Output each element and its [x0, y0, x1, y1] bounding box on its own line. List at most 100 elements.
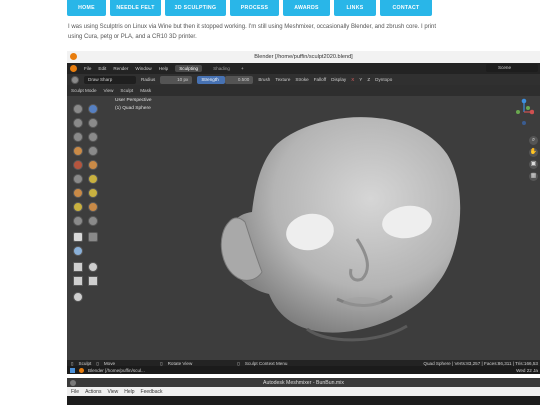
scale-tool-icon[interactable] [73, 276, 83, 286]
intro-line-1: I was using Sculptris on Linux via Wine … [68, 24, 436, 30]
perspective-toggle-icon[interactable]: ▦ [529, 172, 538, 181]
blob-tool-icon[interactable] [73, 146, 83, 156]
brush-name-field[interactable]: Draw Sharp [84, 75, 136, 84]
smooth-tool-icon[interactable] [73, 160, 83, 170]
os-taskbar: Blender [/home/puffin/scul... Wed 22 Ja [67, 366, 540, 374]
mm-menu-actions[interactable]: Actions [85, 389, 101, 395]
move-tool-icon[interactable] [73, 262, 83, 272]
site-nav: HOME NEEDLE FELT 3D SCULPTING PROCESS AW… [67, 0, 432, 17]
nav-3d-sculpting[interactable]: 3D SCULPTING [165, 0, 226, 16]
crease-tool-icon[interactable] [88, 146, 98, 156]
mm-menu-file[interactable]: File [71, 389, 79, 395]
brush-preview-icon[interactable] [71, 75, 79, 84]
menu-render[interactable]: Render [113, 66, 128, 71]
brush-menu[interactable]: Brush [258, 77, 270, 82]
nav-process[interactable]: PROCESS [230, 0, 279, 16]
viewport-object-label: (1) Quad Sphere [115, 106, 151, 111]
mask-tool-icon[interactable] [73, 232, 83, 242]
rotate-tool-icon[interactable] [73, 216, 83, 226]
3d-viewport[interactable]: User Perspective (1) Quad Sphere ⌕ ✋ ▣ ▦ [67, 96, 540, 360]
blender-menubar: File Edit Render Window Help Sculpting S… [67, 63, 540, 74]
meshmixer-title-bar: Autodesk Meshmixer - BunBun.mix [67, 378, 540, 387]
falloff-menu[interactable]: Falloff [314, 77, 326, 82]
mm-menu-help[interactable]: Help [124, 389, 134, 395]
display-menu[interactable]: Display [331, 77, 346, 82]
mm-menu-view[interactable]: View [107, 389, 118, 395]
radius-field[interactable]: 10 px [160, 75, 193, 84]
snake-hook-tool-icon[interactable] [73, 202, 83, 212]
meshmixer-logo-icon [70, 379, 76, 386]
tool-settings-bar: Draw Sharp Radius 10 px Strength 0.500 B… [67, 74, 540, 85]
transform-tool-icon[interactable] [88, 276, 98, 286]
layer-tool-icon[interactable] [73, 132, 83, 142]
sculpted-head-model[interactable] [207, 104, 467, 344]
menu-help[interactable]: Help [159, 66, 168, 71]
pinch-tool-icon[interactable] [73, 188, 83, 198]
app-menu-icon[interactable] [70, 367, 75, 373]
menu-window[interactable]: Window [135, 66, 151, 71]
strength-field[interactable]: 0.500 [225, 75, 254, 84]
meshmixer-workspace[interactable] [67, 396, 540, 405]
tab-shading[interactable]: Shading [209, 65, 234, 72]
blender-menu-logo-icon[interactable] [70, 65, 77, 72]
menu-file[interactable]: File [84, 66, 91, 71]
axis-gizmo[interactable] [514, 98, 535, 134]
dyntopo-toggle[interactable]: Dyntopo [375, 77, 392, 82]
grab-tool-icon[interactable] [88, 188, 98, 198]
nav-contact[interactable]: CONTACT [380, 0, 432, 16]
strength-label[interactable]: Strength [197, 75, 226, 84]
sculpt-toolbar [73, 104, 105, 306]
scrape-tool-icon[interactable] [88, 174, 98, 184]
symmetry-x-toggle[interactable]: X [351, 77, 354, 82]
rotate-view-tool-icon[interactable] [88, 262, 98, 272]
meshmixer-menubar: File Actions View Help Feedback [67, 387, 540, 396]
menu-edit[interactable]: Edit [98, 66, 106, 71]
texture-menu[interactable]: Texture [275, 77, 290, 82]
tab-sculpting[interactable]: Sculpting [175, 65, 203, 72]
draw-tool-icon[interactable] [73, 104, 83, 114]
camera-view-icon[interactable]: ▣ [529, 160, 538, 169]
nav-home[interactable]: HOME [67, 0, 106, 16]
blender-window: Blender [/home/puffin/sculpt2020.blend] … [67, 51, 540, 374]
meshmixer-window-title: Autodesk Meshmixer - BunBun.mix [262, 379, 344, 386]
add-workspace-button[interactable]: + [241, 66, 244, 71]
taskbar-clock: Wed 22 Ja [516, 367, 538, 373]
intro-paragraph: I was using Sculptris on Linux via Wine … [68, 22, 478, 42]
symmetry-z-toggle[interactable]: Z [367, 77, 370, 82]
inflate-tool-icon[interactable] [88, 132, 98, 142]
thumb-tool-icon[interactable] [88, 202, 98, 212]
pan-hand-icon[interactable]: ✋ [529, 148, 538, 157]
stroke-menu[interactable]: Stroke [295, 77, 308, 82]
zoom-icon[interactable]: ⌕ [529, 136, 538, 145]
view-menu[interactable]: View [104, 88, 114, 93]
blender-window-title: Blender [/home/puffin/sculpt2020.blend] [254, 54, 353, 60]
sculpt-menu[interactable]: Sculpt [120, 88, 133, 93]
viewport-header: Sculpt Mode View Sculpt Mask [67, 85, 540, 96]
taskbar-blender-window[interactable]: Blender [/home/puffin/scul... [88, 368, 145, 373]
blender-logo-icon [70, 53, 77, 60]
flatten-tool-icon[interactable] [88, 160, 98, 170]
blender-title-bar: Blender [/home/puffin/sculpt2020.blend] [67, 51, 540, 63]
clay-tool-icon[interactable] [73, 118, 83, 128]
meshmixer-window: Autodesk Meshmixer - BunBun.mix File Act… [67, 378, 540, 405]
box-mask-tool-icon[interactable] [88, 232, 98, 242]
draw-sharp-tool-icon[interactable] [88, 104, 98, 114]
mask-menu[interactable]: Mask [140, 88, 151, 93]
sculpt-mode-selector[interactable]: Sculpt Mode [71, 88, 97, 93]
symmetry-y-toggle[interactable]: Y [359, 77, 362, 82]
annotate-tool-icon[interactable] [73, 292, 83, 302]
mesh-filter-tool-icon[interactable] [73, 246, 83, 256]
nav-links[interactable]: LINKS [334, 0, 376, 16]
taskbar-blender-icon[interactable] [79, 367, 84, 373]
nav-needle-felt[interactable]: NEEDLE FELT [110, 0, 161, 16]
scene-selector[interactable]: Scene [486, 64, 538, 72]
viewport-perspective-label: User Perspective [115, 98, 152, 103]
slide-relax-tool-icon[interactable] [88, 216, 98, 226]
clay-strips-tool-icon[interactable] [88, 118, 98, 128]
nav-awards[interactable]: AWARDS [283, 0, 330, 16]
page: HOME NEEDLE FELT 3D SCULPTING PROCESS AW… [0, 0, 540, 405]
fill-tool-icon[interactable] [73, 174, 83, 184]
radius-label: Radius [141, 77, 156, 82]
mm-menu-feedback[interactable]: Feedback [141, 389, 163, 395]
intro-line-2: using Cura, petg or PLA, and a CR10 3D p… [68, 34, 197, 40]
